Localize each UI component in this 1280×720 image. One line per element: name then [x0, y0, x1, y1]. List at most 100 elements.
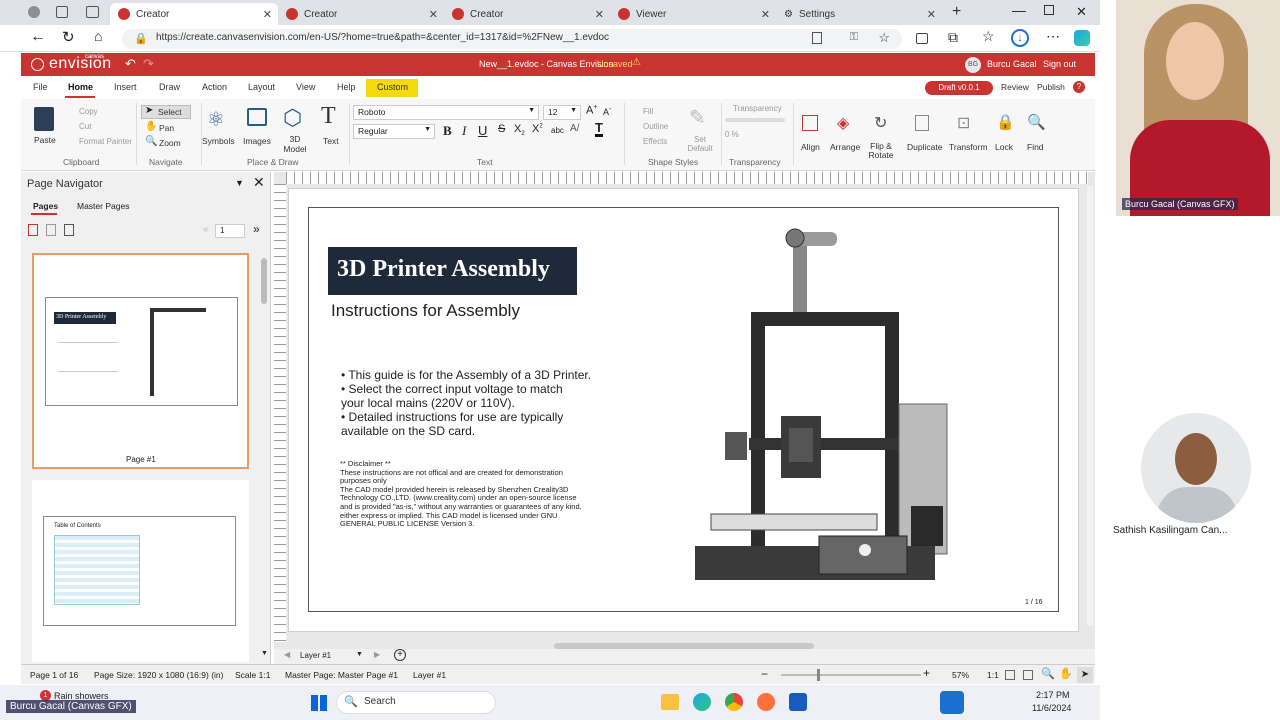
outline-button[interactable]: Outline [643, 122, 668, 131]
close-tab-icon[interactable]: ✕ [927, 8, 936, 21]
word-icon[interactable] [789, 693, 807, 711]
close-tab-icon[interactable]: ✕ [429, 8, 438, 21]
browser-tab-creator-3[interactable]: Creator ✕ [444, 3, 610, 25]
close-tab-icon[interactable]: ✕ [263, 8, 272, 21]
font-color-icon[interactable]: T [595, 121, 603, 137]
tab-actions-icon[interactable] [86, 6, 99, 18]
minimize-window-button[interactable]: — [1012, 2, 1026, 18]
reader-mode-icon[interactable] [812, 32, 822, 44]
images-button[interactable]: Images [243, 136, 271, 146]
search-icon[interactable]: 🔍 [1041, 667, 1055, 680]
tab-insert[interactable]: Insert [114, 82, 137, 92]
favorites-icon[interactable]: ☆ [982, 28, 995, 45]
video-tile-participant[interactable] [1141, 413, 1251, 523]
zoom-out-icon[interactable]: − [761, 667, 768, 681]
page-thumbnail-2[interactable]: Table of Contents [32, 480, 249, 662]
fill-button[interactable]: Fill [643, 107, 653, 116]
arrange-button[interactable]: Arrange [830, 142, 860, 152]
restore-window-button[interactable] [1044, 5, 1054, 15]
bold-icon[interactable]: B [443, 123, 452, 139]
vertical-scrollbar[interactable] [1087, 186, 1093, 626]
tab-pages[interactable]: Pages [33, 201, 58, 211]
user-avatar[interactable]: BG [965, 57, 981, 73]
edge-browser-icon[interactable] [693, 693, 711, 711]
page-settings-icon[interactable] [64, 224, 74, 236]
zoom-button[interactable]: Zoom [159, 138, 181, 148]
sign-out-link[interactable]: Sign out [1043, 59, 1076, 69]
collections-icon[interactable] [56, 6, 68, 18]
firefox-icon[interactable] [757, 693, 775, 711]
file-explorer-icon[interactable] [661, 694, 679, 710]
browser-tab-settings[interactable]: ⚙ Settings ✕ [776, 3, 942, 25]
clock-time[interactable]: 2:17 PM [1036, 690, 1070, 700]
cut-button[interactable]: Cut [79, 122, 91, 131]
close-tab-icon[interactable]: ✕ [761, 8, 770, 21]
navigator-scrollbar[interactable] [261, 258, 267, 304]
draft-version-badge[interactable]: Draft v0.0.1 [925, 81, 993, 95]
document-title-banner[interactable]: 3D Printer Assembly [328, 247, 577, 295]
hand-icon[interactable]: ✋ [1059, 667, 1073, 680]
lock-button[interactable]: Lock [995, 142, 1013, 152]
help-icon[interactable]: ? [1073, 81, 1085, 93]
close-tab-icon[interactable]: ✕ [595, 8, 604, 21]
address-bar[interactable]: 🔒 https://create.canvasenvision.com/en-U… [122, 29, 902, 49]
bullet-list[interactable]: • This guide is for the Assembly of a 3D… [341, 368, 591, 438]
case-icon[interactable]: abc [551, 126, 564, 135]
superscript-icon[interactable]: X2 [532, 123, 543, 135]
transparency-slider[interactable] [725, 118, 785, 122]
fit-width-icon[interactable] [1023, 670, 1033, 680]
tab-layout[interactable]: Layout [248, 82, 275, 92]
home-icon[interactable]: ⌂ [94, 28, 102, 44]
subscript-icon[interactable]: X2 [514, 123, 525, 137]
favorite-star-icon[interactable]: ☆ [878, 30, 890, 46]
publish-button[interactable]: Publish [1037, 82, 1065, 92]
refresh-icon[interactable]: ↻ [62, 28, 75, 46]
page-number-input[interactable]: 1 [215, 224, 245, 238]
windows-start-icon[interactable] [311, 695, 327, 711]
layer-select[interactable]: Layer #1 [300, 651, 331, 660]
flip-rotate-button[interactable]: Flip & Rotate [866, 142, 896, 160]
italic-icon[interactable]: I [462, 123, 466, 139]
pan-button[interactable]: Pan [159, 123, 174, 133]
password-icon[interactable]: ⚿ [850, 31, 858, 44]
zoom-slider[interactable] [781, 674, 921, 676]
taskbar-search[interactable] [336, 691, 496, 714]
tab-action[interactable]: Action [202, 82, 227, 92]
scroll-down-icon[interactable]: ▼ [261, 650, 268, 657]
shrink-font-icon[interactable]: A- [603, 106, 611, 117]
tab-help[interactable]: Help [337, 82, 356, 92]
split-screen-icon[interactable] [916, 33, 928, 44]
fit-page-icon[interactable] [1005, 670, 1015, 680]
symbols-button[interactable]: Symbols [202, 136, 235, 146]
redo-icon[interactable]: ↷ [143, 56, 154, 72]
add-page-icon[interactable] [28, 224, 38, 236]
video-tile-presenter[interactable]: Burcu Gacal (Canvas GFX) [1116, 0, 1280, 216]
align-button[interactable]: Align [801, 142, 820, 152]
grow-font-icon[interactable]: A+ [586, 104, 597, 117]
settings-more-icon[interactable]: ⋯ [1046, 28, 1060, 45]
set-default-button[interactable]: Set Default [687, 135, 713, 153]
browser-tab-creator-2[interactable]: Creator ✕ [278, 3, 444, 25]
zoom-in-icon[interactable]: + [923, 666, 930, 680]
tab-view[interactable]: View [296, 82, 315, 92]
tab-file[interactable]: File [33, 82, 48, 92]
close-panel-icon[interactable]: ✕ [253, 174, 265, 191]
paste-button[interactable]: Paste [34, 135, 56, 145]
font-style-select[interactable]: Regular ▼ [353, 124, 435, 139]
copy-button[interactable]: Copy [79, 107, 98, 116]
review-button[interactable]: Review [1001, 82, 1029, 92]
clock-date[interactable]: 11/6/2024 [1032, 703, 1071, 713]
effects-button[interactable]: Effects [643, 137, 667, 146]
chrome-icon[interactable] [725, 693, 743, 711]
profile-icon[interactable] [28, 6, 40, 18]
add-layer-icon[interactable]: + [394, 649, 406, 661]
font-size-select[interactable]: 12 ▼ [543, 105, 581, 120]
document-subtitle[interactable]: Instructions for Assembly [331, 301, 520, 321]
next-layer-icon[interactable]: ▶ [374, 650, 380, 659]
prev-page-icon[interactable]: « [203, 224, 209, 235]
site-info-icon[interactable]: 🔒 [134, 32, 148, 45]
copilot-icon[interactable] [1074, 30, 1090, 46]
duplicate-page-icon[interactable] [46, 224, 56, 236]
highlight-color-icon[interactable]: A/ [570, 123, 579, 134]
disclaimer-text[interactable]: ** Disclaimer ** These instructions are … [340, 459, 582, 529]
